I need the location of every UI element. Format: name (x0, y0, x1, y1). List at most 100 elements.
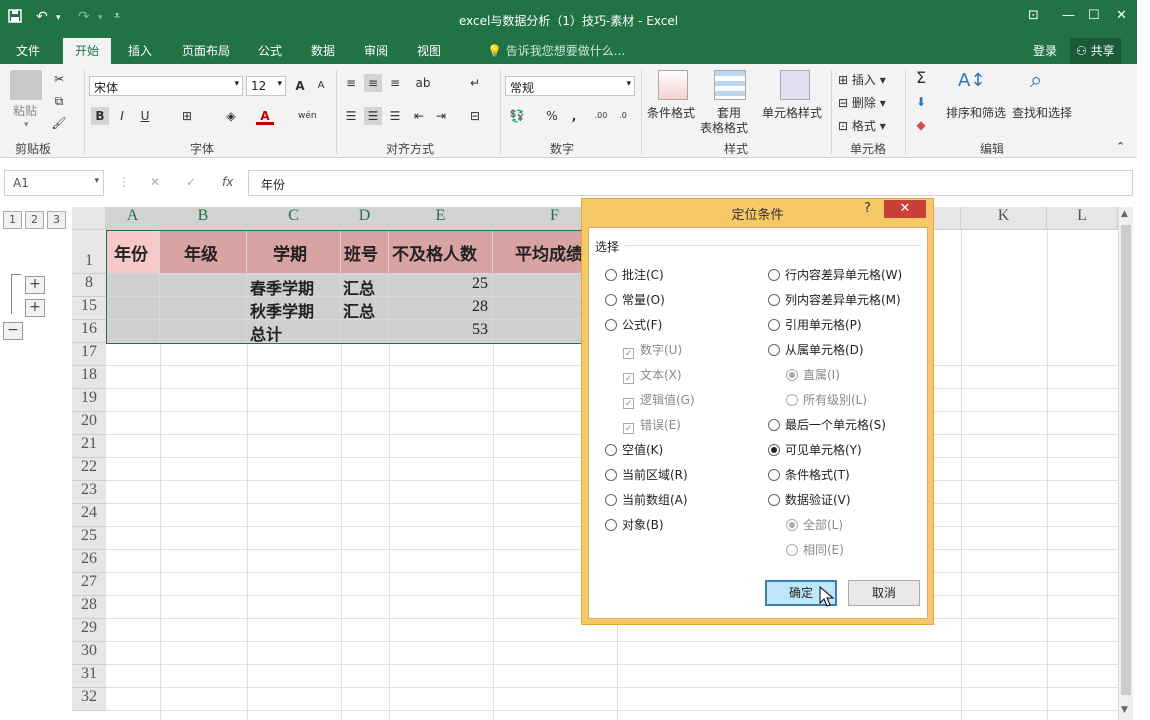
formula-input[interactable]: 年份 (248, 170, 1133, 196)
col-header-k[interactable]: K (961, 207, 1047, 230)
outline-level-2[interactable]: 2 (25, 211, 44, 229)
search-icon[interactable]: ⌕ (1030, 68, 1042, 93)
cell-d8[interactable]: 汇总 (341, 274, 389, 297)
merge-center-icon[interactable]: ⊟ (466, 107, 484, 125)
fill-icon[interactable]: ⬇ (912, 93, 930, 111)
cell-e8[interactable]: 25 (389, 274, 493, 297)
cell-b1[interactable]: 年级 (160, 230, 247, 274)
row-header-30[interactable]: 30 (72, 642, 106, 665)
bold-button[interactable]: B (91, 107, 109, 125)
radio-left-7[interactable]: 空值(K) (605, 441, 663, 458)
align-bottom-icon[interactable]: ≡ (386, 74, 404, 92)
radio-left-10[interactable]: 对象(B) (605, 516, 664, 533)
radio-right-6[interactable]: 最后一个单元格(S) (768, 416, 886, 433)
cell-a16[interactable] (106, 320, 160, 343)
format-table-icon[interactable] (714, 70, 746, 100)
col-header-d[interactable]: D (341, 207, 389, 230)
borders-icon[interactable]: ⊞ (178, 107, 196, 125)
outline-level-3[interactable]: 3 (47, 211, 66, 229)
orientation-icon[interactable]: ab (414, 74, 432, 92)
scroll-down-icon[interactable]: ▼ (1121, 705, 1128, 715)
underline-button[interactable]: U (136, 107, 154, 125)
paste-dropdown-icon[interactable]: ▾ (24, 120, 29, 130)
cell-e1[interactable]: 不及格人数 (389, 230, 493, 274)
expand-group-button[interactable]: + (25, 299, 45, 317)
collapse-group-button[interactable]: − (3, 322, 23, 340)
tab-insert[interactable]: 插入 (128, 42, 152, 59)
align-top-icon[interactable]: ≡ (342, 74, 360, 92)
format-table-line2[interactable]: 表格格式 (700, 119, 748, 136)
cell-a1[interactable]: 年份 (106, 230, 160, 274)
phonetic-icon[interactable]: wén (298, 107, 317, 125)
decrease-decimal-icon[interactable]: .0 (614, 107, 632, 125)
login-link[interactable]: 登录 (1033, 42, 1057, 59)
row-header-27[interactable]: 27 (72, 573, 106, 596)
increase-decimal-icon[interactable]: .00 (592, 107, 610, 125)
format-cells-button[interactable]: ⊡ 格式 ▾ (838, 117, 886, 134)
font-name-select[interactable]: 宋体 ▾ (89, 76, 243, 96)
col-header-c[interactable]: C (247, 207, 341, 230)
font-color-icon[interactable]: A (256, 107, 274, 125)
tab-formulas[interactable]: 公式 (258, 42, 282, 59)
insert-cells-button[interactable]: ⊞ 插入 ▾ (838, 71, 886, 88)
radio-right-7[interactable]: 可见单元格(Y) (768, 441, 862, 458)
comma-button[interactable]: , (565, 107, 583, 125)
tab-home[interactable]: 开始 (63, 38, 112, 64)
row-header-26[interactable]: 26 (72, 550, 106, 573)
number-format-select[interactable]: 常规 ▾ (505, 76, 635, 96)
paste-icon[interactable] (10, 70, 42, 100)
row-header-28[interactable]: 28 (72, 596, 106, 619)
find-select-button[interactable]: 查找和选择 (1012, 104, 1072, 121)
tab-review[interactable]: 审阅 (364, 42, 388, 59)
dialog-close-button[interactable]: ✕ (884, 200, 926, 218)
cell-c15[interactable]: 秋季学期 (247, 297, 341, 320)
name-box[interactable]: A1 ▾ (4, 170, 104, 196)
align-center-icon[interactable]: ☰ (364, 107, 382, 125)
help-icon[interactable]: ? (864, 201, 871, 216)
row-header-25[interactable]: 25 (72, 527, 106, 550)
row-header-23[interactable]: 23 (72, 481, 106, 504)
cell-c8[interactable]: 春季学期 (247, 274, 341, 297)
cut-icon[interactable]: ✂ (50, 70, 68, 88)
tell-me-box[interactable]: 💡 告诉我您想要做什么... (487, 42, 625, 59)
cell-d15[interactable]: 汇总 (341, 297, 389, 320)
cell-c1[interactable]: 学期 (247, 230, 341, 274)
radio-right-8[interactable]: 条件格式(T) (768, 466, 850, 483)
row-header-31[interactable]: 31 (72, 665, 106, 688)
collapse-ribbon-icon[interactable]: ⌃ (1116, 140, 1125, 153)
conditional-format-button[interactable]: 条件格式 (647, 104, 695, 121)
expand-group-button[interactable]: + (25, 276, 45, 294)
sort-filter-icon[interactable]: A↕ (958, 70, 985, 91)
minimize-button[interactable]: — (1062, 8, 1075, 23)
tab-page-layout[interactable]: 页面布局 (182, 42, 230, 59)
font-size-select[interactable]: 12 ▾ (246, 76, 286, 96)
cancel-button[interactable]: 取消 (848, 580, 920, 606)
percent-button[interactable]: % (543, 107, 561, 125)
row-header-29[interactable]: 29 (72, 619, 106, 642)
row-header-1[interactable]: 1 (72, 230, 106, 274)
fill-color-icon[interactable]: ◈ (222, 107, 240, 125)
row-header-15[interactable]: 15 (72, 297, 106, 320)
row-header-32[interactable]: 32 (72, 688, 106, 711)
col-header-b[interactable]: B (160, 207, 247, 230)
cell-e16[interactable]: 53 (389, 320, 493, 343)
radio-right-0[interactable]: 行内容差异单元格(W) (768, 266, 902, 283)
tab-data[interactable]: 数据 (311, 42, 335, 59)
share-button[interactable]: ⚇ 共享 (1070, 38, 1121, 64)
cell-styles-icon[interactable] (780, 70, 810, 100)
radio-right-9[interactable]: 数据验证(V) (768, 491, 851, 508)
currency-icon[interactable]: 💱 (508, 107, 526, 125)
radio-right-3[interactable]: 从属单元格(D) (768, 341, 864, 358)
format-painter-icon[interactable]: 🖌 (50, 114, 68, 132)
increase-indent-icon[interactable]: ⇥ (432, 107, 450, 125)
scroll-up-icon[interactable]: ▲ (1121, 209, 1128, 219)
shrink-font-icon[interactable]: A (312, 77, 330, 95)
radio-left-0[interactable]: 批注(C) (605, 266, 664, 283)
row-header-17[interactable]: 17 (72, 343, 106, 366)
tab-file[interactable]: 文件 (16, 42, 40, 59)
enter-check-icon[interactable]: ✓ (186, 175, 196, 189)
align-right-icon[interactable]: ☰ (386, 107, 404, 125)
maximize-button[interactable]: ☐ (1088, 8, 1100, 23)
cell-b16[interactable] (160, 320, 247, 343)
col-header-l[interactable]: L (1047, 207, 1118, 230)
